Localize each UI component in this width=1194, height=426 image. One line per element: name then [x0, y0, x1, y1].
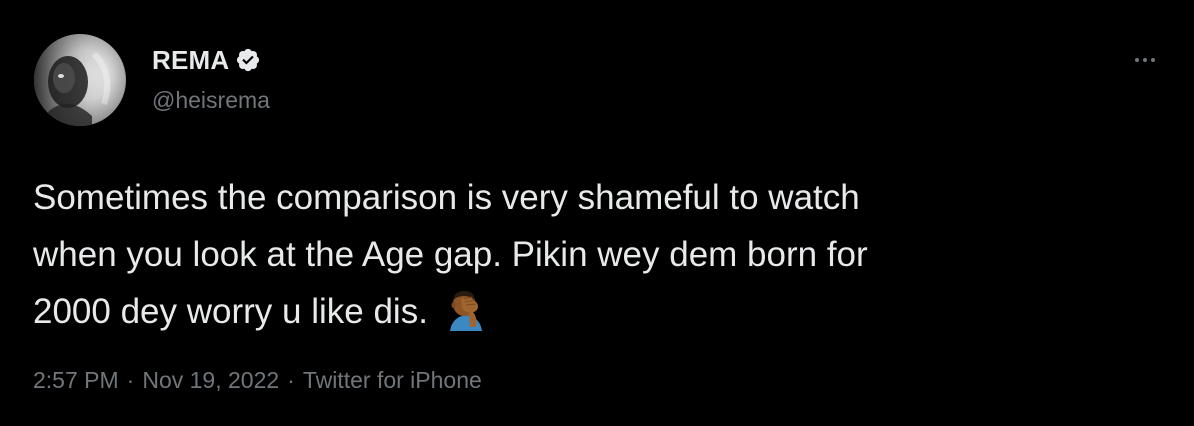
ellipsis-icon[interactable]	[1130, 50, 1160, 70]
tweet-time[interactable]: 2:57 PM	[33, 367, 119, 394]
tweet-text-line: when you look at the Age gap. Pikin wey …	[33, 235, 868, 274]
tweet-text-line-content: 2000 dey worry u like dis.	[33, 292, 428, 331]
facepalm-emoji-icon	[444, 287, 488, 331]
author-handle[interactable]: @heisrema	[152, 87, 270, 114]
tweet-text-line-last: 2000 dey worry u like dis.	[33, 283, 1153, 340]
dot	[1151, 58, 1155, 62]
dot	[1135, 58, 1139, 62]
meta-separator: ·	[287, 367, 295, 393]
tweet-text: Sometimes the comparison is very shamefu…	[33, 169, 1153, 340]
avatar-photo-icon	[34, 34, 126, 126]
tweet-source[interactable]: Twitter for iPhone	[303, 367, 482, 394]
meta-separator: ·	[126, 367, 135, 393]
author-avatar[interactable]	[34, 34, 126, 126]
author-display-name[interactable]: REMA	[152, 45, 229, 76]
tweet-meta: 2:57 PM · Nov 19, 2022 · Twitter for iPh…	[33, 367, 482, 394]
verified-badge-icon	[235, 47, 261, 73]
author-name-row: REMA	[152, 43, 261, 77]
tweet-date[interactable]: Nov 19, 2022	[142, 367, 279, 394]
tweet-card: REMA @heisrema Sometimes the comparison …	[0, 0, 1194, 426]
dot	[1143, 58, 1147, 62]
tweet-text-line: Sometimes the comparison is very shamefu…	[33, 178, 860, 217]
